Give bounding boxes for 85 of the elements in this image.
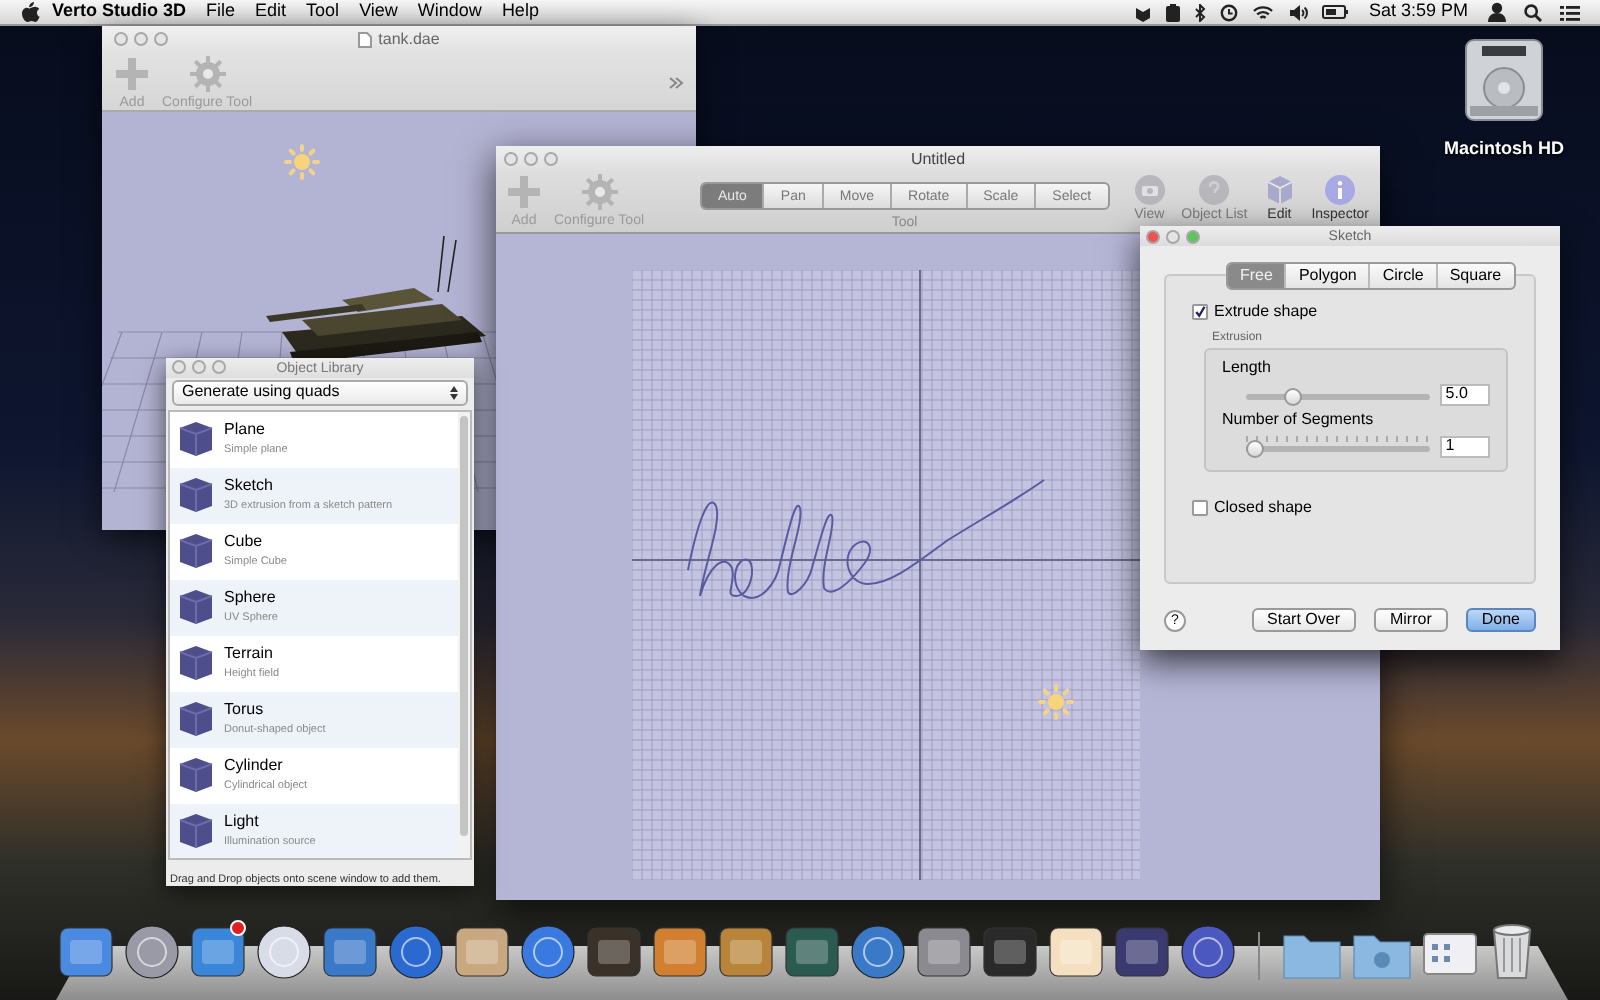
volume-icon[interactable] [1288,3,1309,21]
list-icon[interactable] [1560,3,1580,21]
user-icon[interactable] [1488,2,1506,22]
app-icon[interactable] [718,924,774,980]
cube-icon [178,476,214,515]
drive-label[interactable]: Macintosh HD [1443,136,1564,163]
app-icon[interactable] [982,924,1038,980]
slider-thumb[interactable] [1246,440,1264,458]
chevron-icon[interactable] [668,76,684,90]
menu-item[interactable]: Help [501,0,539,26]
document-icon [358,31,373,47]
push-button[interactable]: Done [1465,608,1536,632]
sketch-tab[interactable]: Circle [1368,264,1436,288]
push-button[interactable]: Start Over [1251,608,1356,632]
checkbox[interactable] [1192,500,1208,516]
item-name: Sketch [224,478,275,495]
cube-icon [178,812,214,851]
app-icon[interactable] [388,924,444,980]
cube-icon [178,420,214,459]
item-name: Cylinder [224,758,285,775]
trash-icon[interactable] [1488,920,1536,980]
value-field[interactable]: 5.0 [1439,383,1490,405]
check-icon [1194,304,1206,320]
app-icon[interactable] [1048,924,1104,980]
app-icon[interactable] [256,924,312,980]
menu-item[interactable]: Edit [255,0,287,26]
menu-clock[interactable]: Sat 3:59 PM [1368,0,1468,26]
menu-item[interactable]: Window [417,0,482,26]
app-icon[interactable] [850,924,906,980]
clipboard-icon[interactable] [1166,3,1181,21]
app-icon[interactable] [58,924,114,980]
window-title: Untitled [910,147,966,171]
box-icon[interactable] [1134,3,1153,21]
apple-icon[interactable] [20,1,40,23]
scrollbar[interactable] [458,411,470,857]
cube-icon [178,532,214,571]
battery-icon[interactable] [1322,4,1349,20]
item-name: Sphere [224,590,278,607]
cube-icon [178,756,214,795]
push-button[interactable]: Mirror [1373,608,1448,632]
app-icon[interactable] [586,924,642,980]
sketch-tab[interactable]: Square [1435,264,1514,288]
cube-icon [178,644,214,683]
menu-item[interactable]: File [206,0,236,26]
sun-icon [284,144,320,180]
app-menu[interactable]: Verto Studio 3D [52,0,187,26]
item-name: Terrain [224,646,275,663]
bluetooth-icon[interactable] [1194,3,1207,21]
app-icon[interactable] [1114,924,1170,980]
slider-track[interactable] [1246,384,1430,404]
item-name: Cube [224,534,265,551]
sketch-tab[interactable]: Polygon [1284,264,1369,288]
menu-item[interactable]: View [359,0,398,26]
app-icon[interactable] [916,924,972,980]
checkbox-label[interactable]: Extrude shape [1214,304,1318,320]
menu-item[interactable]: Tool [306,0,340,26]
item-name: Light [224,814,261,831]
slider-track[interactable] [1246,436,1430,456]
checkbox-label[interactable]: Closed shape [1214,500,1312,516]
wifi-icon[interactable] [1252,3,1275,21]
clock-icon[interactable] [1220,3,1239,21]
app-icon[interactable] [1180,924,1236,980]
window-title: tank.dae [378,27,440,51]
app-icon[interactable] [454,924,510,980]
sun-icon [1038,684,1074,720]
updown-icon [450,385,458,400]
slider-label: Number of Segments [1222,412,1376,428]
cube-icon [178,700,214,739]
app-icon[interactable] [652,924,708,980]
grid-window-icon[interactable] [1422,928,1478,980]
item-name: Torus [224,702,266,719]
cube-icon [178,588,214,627]
app-icon[interactable] [124,924,180,980]
slider-thumb[interactable] [1284,388,1303,406]
item-name: Plane [224,422,267,439]
app-icon[interactable] [784,924,840,980]
app-icon[interactable] [190,924,246,980]
slider-label: Length [1222,360,1273,376]
checkbox[interactable] [1192,304,1208,320]
close-button[interactable] [1146,229,1160,243]
app-icon[interactable] [520,924,576,980]
generator-dropdown[interactable]: Generate using quads [172,379,468,406]
value-field[interactable]: 1 [1439,435,1490,457]
app-icon[interactable] [322,924,378,980]
search-icon[interactable] [1524,3,1542,21]
